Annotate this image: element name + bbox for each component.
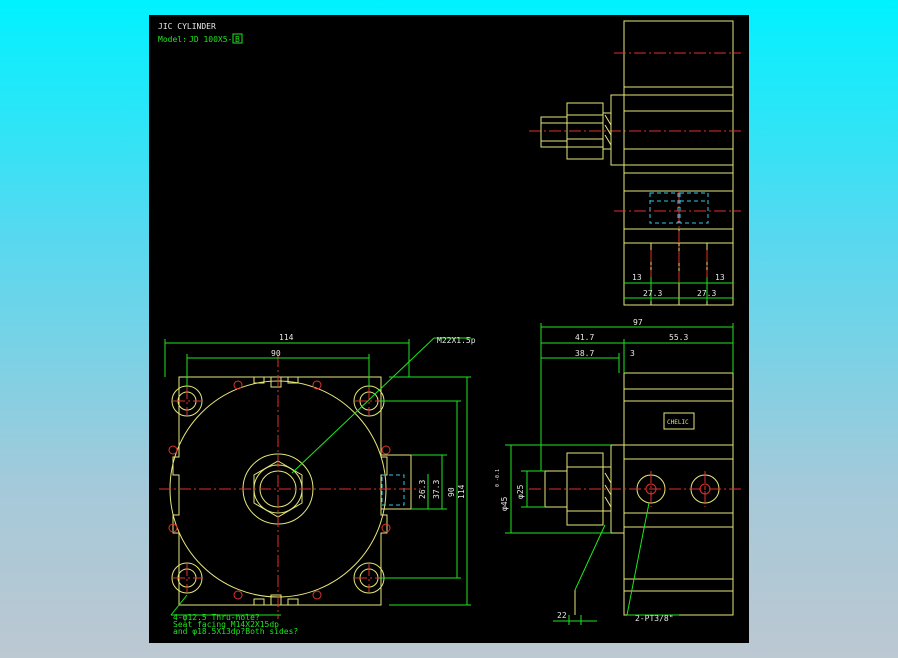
thread-label: M22X1.5p: [437, 336, 476, 345]
model-value: JD 100X5-: [189, 35, 232, 44]
dim-90-vertical: 90: [447, 487, 456, 497]
dim-27-3-right: 27.3: [697, 289, 716, 298]
dim-dia-25: φ25: [516, 484, 525, 499]
note-both-sides: and φ18.5X13dp?Both sides?: [173, 627, 298, 636]
dim-27-3-left: 27.3: [643, 289, 662, 298]
model-prefix: Model:: [158, 35, 187, 44]
dim-90-horizontal: 90: [271, 349, 281, 358]
drawing-sheet: JIC CYLINDER Model: JD 100X5- B 13 13 27…: [149, 15, 749, 643]
side-view-top: 13 13 27.3 27.3: [529, 20, 741, 306]
side-view-bottom: CHELIC 97 41.7 55.3 38.7 3 φ45 0 -0.1 φ2…: [495, 318, 741, 625]
dim-41-7: 41.7: [575, 333, 594, 342]
dim-37-3: 37.3: [432, 480, 441, 499]
dim-114-horizontal: 114: [279, 333, 294, 342]
label-plate: CHELIC: [667, 419, 689, 426]
dim-22: 22: [557, 611, 567, 620]
front-view: 114 90 M22X1.5p 26.3 37.3 90 114 4-φ12.5…: [159, 333, 476, 636]
dim-dia-45-tolerance: 0 -0.1: [495, 469, 501, 487]
dim-dia-45: φ45: [500, 496, 509, 511]
dim-97: 97: [633, 318, 643, 327]
dim-55-3: 55.3: [669, 333, 688, 342]
port-label: 2-PT3/8": [635, 614, 674, 623]
dim-114-vertical: 114: [457, 484, 466, 499]
cad-drawing: JIC CYLINDER Model: JD 100X5- B 13 13 27…: [158, 20, 741, 636]
model-suffix: B: [235, 35, 240, 44]
dim-13-left: 13: [632, 273, 642, 282]
dim-13-right: 13: [715, 273, 725, 282]
dim-3: 3: [630, 349, 635, 358]
dim-38-7: 38.7: [575, 349, 594, 358]
dim-26-3: 26.3: [418, 480, 427, 499]
drawing-title: JIC CYLINDER: [158, 22, 216, 31]
